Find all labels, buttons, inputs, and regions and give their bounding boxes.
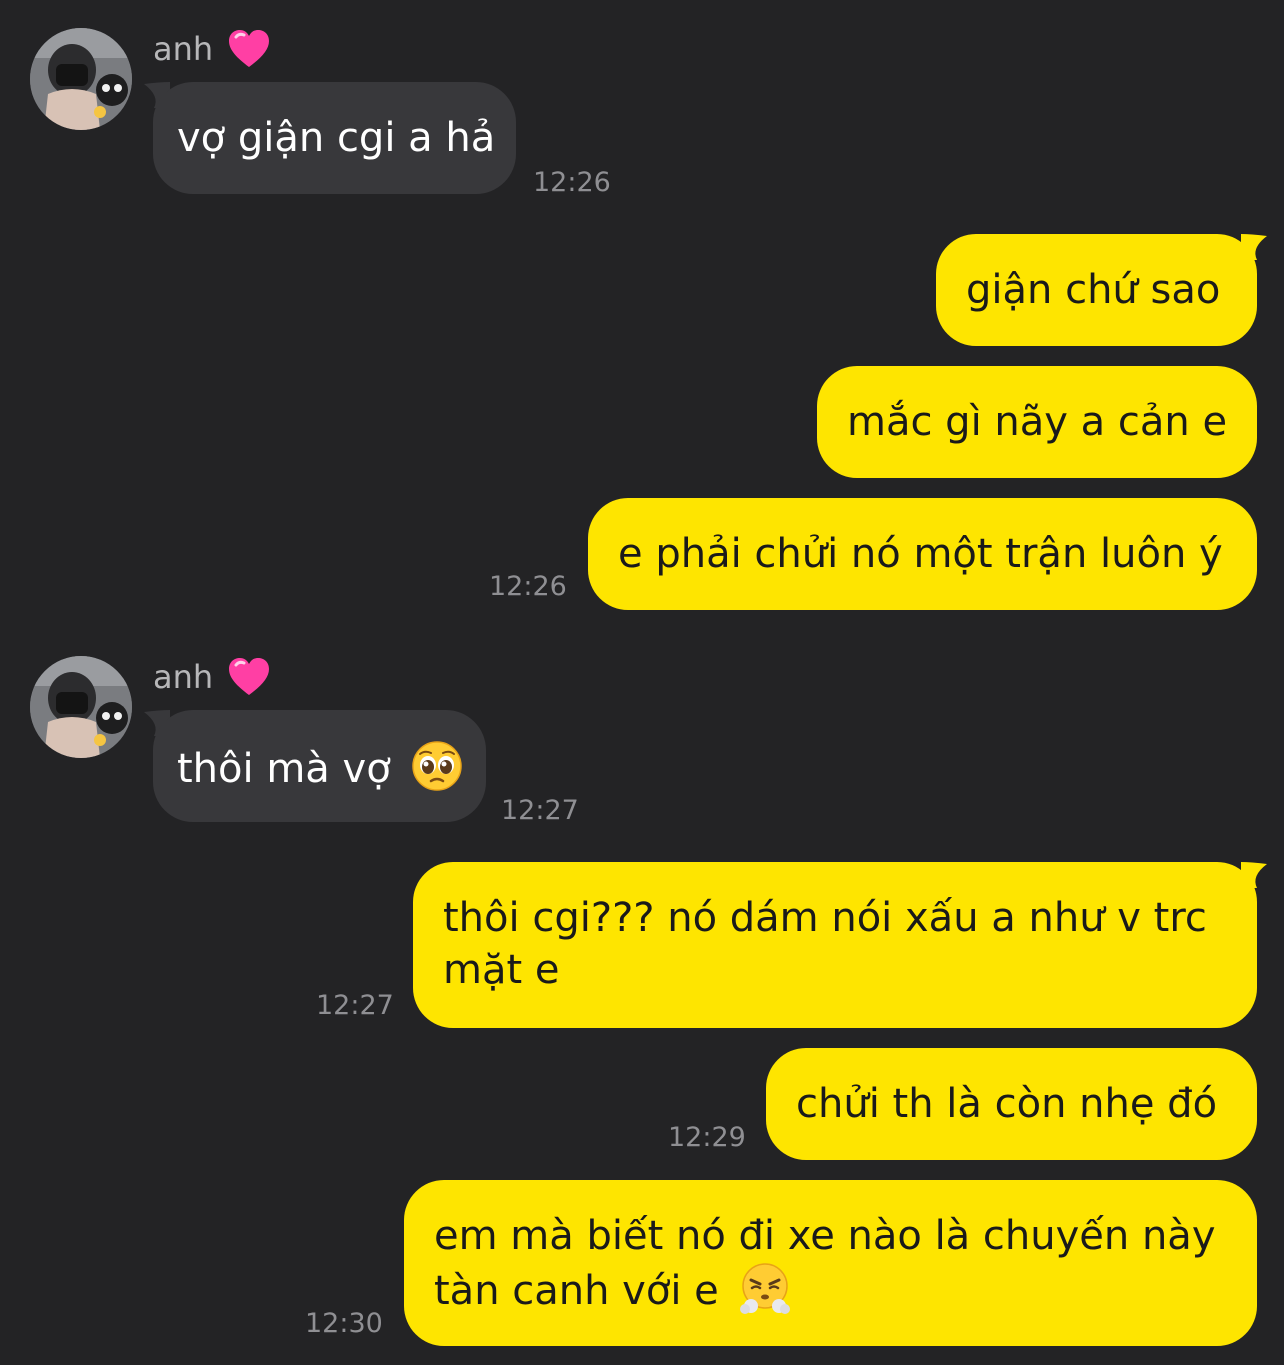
message-bubble-outgoing[interactable]: thôi cgi??? nó dám nói xấu a như v trc m…: [413, 862, 1257, 1028]
avatar[interactable]: [30, 656, 132, 758]
message-text: mắc gì nãy a cản e: [847, 399, 1228, 445]
message-text: e phải chửi nó một trận luôn ý: [618, 531, 1223, 577]
message-text: chửi th là còn nhẹ đó: [796, 1081, 1218, 1127]
message-timestamp: 12:26: [533, 167, 611, 198]
message-timestamp: 12:26: [489, 571, 567, 602]
message-bubble-incoming[interactable]: thôi mà vợ: [153, 710, 486, 822]
sender-label: anh: [153, 655, 271, 699]
message-bubble-outgoing[interactable]: e phải chửi nó một trận luôn ý: [588, 498, 1257, 610]
message-bubble-outgoing[interactable]: mắc gì nãy a cản e: [817, 366, 1257, 478]
chat-thread: anh vợ giận cgi a hả 12:26 giận chứ sao …: [0, 0, 1284, 1365]
heart-icon: [227, 27, 271, 71]
message-timestamp: 12:30: [305, 1308, 383, 1339]
face-with-steam-emoji: [739, 1262, 791, 1314]
message-bubble-outgoing[interactable]: em mà biết nó đi xe nào là chuyến này tà…: [404, 1180, 1257, 1346]
message-timestamp: 12:29: [668, 1122, 746, 1153]
message-text: vợ giận cgi a hả: [177, 115, 496, 161]
message-bubble-outgoing[interactable]: chửi th là còn nhẹ đó: [766, 1048, 1257, 1160]
avatar[interactable]: [30, 28, 132, 130]
sender-name: anh: [153, 30, 214, 68]
sender-name: anh: [153, 658, 214, 696]
heart-icon: [227, 655, 271, 699]
message-text: em mà biết nó đi xe nào là chuyến này tà…: [434, 1213, 1216, 1314]
message-text: giận chứ sao: [966, 267, 1221, 313]
message-bubble-incoming[interactable]: vợ giận cgi a hả: [153, 82, 516, 194]
pleading-face-emoji: [411, 740, 463, 792]
message-bubble-outgoing[interactable]: giận chứ sao: [936, 234, 1257, 346]
sender-label: anh: [153, 27, 271, 71]
message-text: thôi cgi??? nó dám nói xấu a như v trc m…: [443, 895, 1207, 993]
message-text: thôi mà vợ: [177, 746, 391, 792]
message-timestamp: 12:27: [316, 990, 394, 1021]
message-timestamp: 12:27: [501, 795, 579, 826]
